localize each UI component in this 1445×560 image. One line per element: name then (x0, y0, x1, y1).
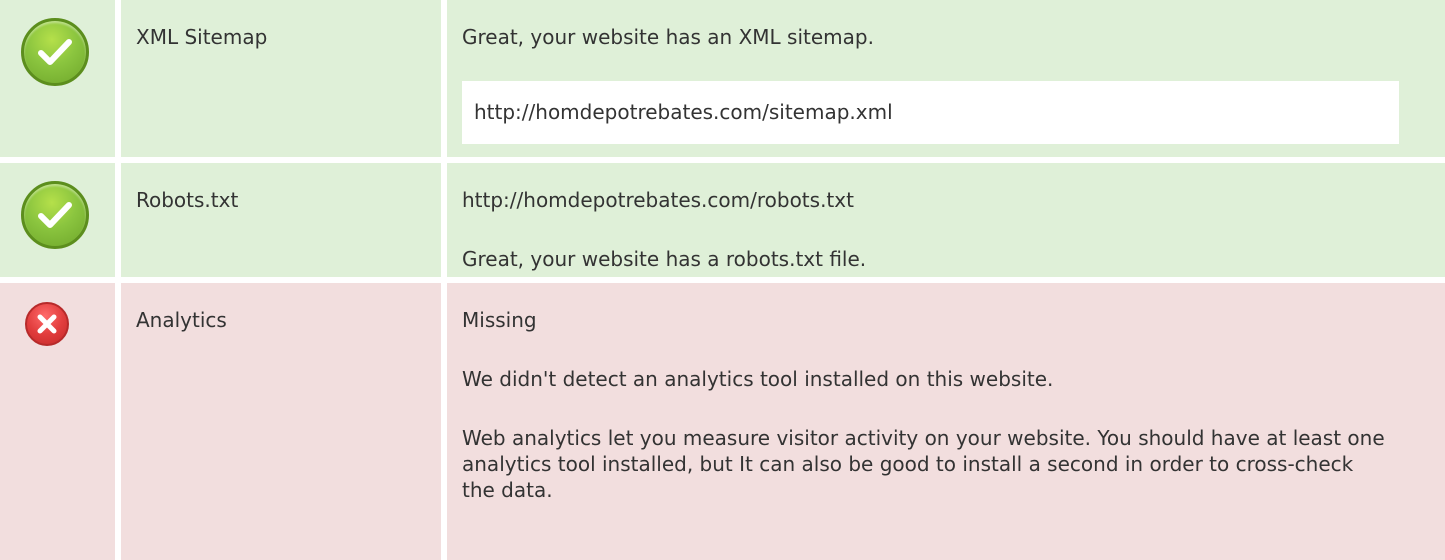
result-state: Missing (462, 308, 537, 332)
result-message: We didn't detect an analytics tool insta… (462, 367, 1054, 391)
seo-report: XML Sitemap Great, your website has an X… (0, 0, 1445, 560)
cross-glyph (37, 314, 57, 334)
status-cell (0, 163, 115, 277)
result-message: Great, your website has a robots.txt fil… (462, 247, 867, 271)
check-icon (21, 181, 89, 249)
error-icon (25, 302, 69, 346)
report-row-robots-txt: Robots.txt http://homdepotrebates.com/ro… (0, 163, 1445, 277)
check-result-cell: http://homdepotrebates.com/robots.txt Gr… (447, 163, 1445, 277)
result-detail: Web analytics let you measure visitor ac… (462, 426, 1385, 502)
status-cell (0, 0, 115, 157)
result-message: Great, your website has an XML sitemap. (462, 25, 874, 49)
check-name-cell: Robots.txt (121, 163, 441, 277)
robots-url: http://homdepotrebates.com/robots.txt (462, 188, 854, 212)
check-name-cell: XML Sitemap (121, 0, 441, 157)
check-result-cell: Great, your website has an XML sitemap. … (447, 0, 1445, 157)
check-name: XML Sitemap (136, 25, 268, 49)
check-glyph (38, 202, 72, 228)
check-name: Robots.txt (136, 188, 239, 212)
check-name-cell: Analytics (121, 283, 441, 560)
status-cell (0, 283, 115, 560)
report-row-xml-sitemap: XML Sitemap Great, your website has an X… (0, 0, 1445, 157)
check-glyph (38, 39, 72, 65)
report-row-analytics: Analytics Missing We didn't detect an an… (0, 283, 1445, 560)
check-result-cell: Missing We didn't detect an analytics to… (447, 283, 1445, 560)
check-icon (21, 18, 89, 86)
check-name: Analytics (136, 308, 227, 332)
sitemap-url: http://homdepotrebates.com/sitemap.xml (462, 81, 1399, 144)
